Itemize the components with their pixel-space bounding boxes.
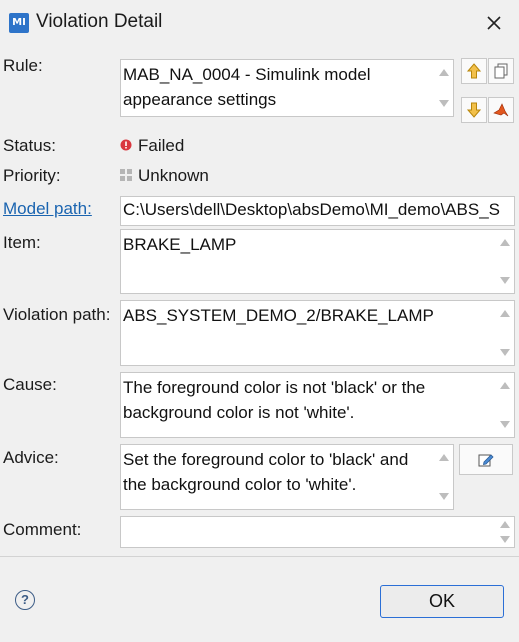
cause-text: The foreground color is not 'black' or t…: [123, 378, 430, 422]
priority-value: Unknown: [120, 166, 209, 186]
violation-path-scrollbar[interactable]: [494, 301, 514, 365]
scroll-up-icon[interactable]: [439, 69, 449, 76]
open-in-matlab-button[interactable]: [488, 97, 514, 123]
priority-label: Priority:: [3, 166, 61, 185]
edit-icon: [478, 453, 494, 466]
cause-scrollbar[interactable]: [494, 373, 514, 437]
scroll-down-icon[interactable]: [500, 277, 510, 284]
status-label: Status:: [3, 136, 56, 155]
status-value: Failed: [120, 136, 184, 156]
scroll-down-icon[interactable]: [500, 349, 510, 356]
scroll-up-icon[interactable]: [439, 454, 449, 461]
advice-text: Set the foreground color to 'black' and …: [123, 450, 414, 494]
arrow-up-icon: [467, 63, 481, 79]
comment-scrollbar[interactable]: [494, 517, 514, 547]
advice-label: Advice:: [3, 448, 59, 467]
apply-advice-button[interactable]: [459, 444, 513, 475]
close-icon: [487, 16, 501, 30]
violation-path-field[interactable]: ABS_SYSTEM_DEMO_2/BRAKE_LAMP: [120, 300, 515, 366]
advice-field[interactable]: Set the foreground color to 'black' and …: [120, 444, 454, 510]
cause-field[interactable]: The foreground color is not 'black' or t…: [120, 372, 515, 438]
violation-path-label: Violation path:: [3, 305, 111, 324]
copy-button[interactable]: [488, 58, 514, 84]
item-text: BRAKE_LAMP: [123, 235, 237, 254]
scroll-up-icon[interactable]: [500, 382, 510, 389]
advice-scrollbar[interactable]: [433, 445, 453, 509]
rule-text: MAB_NA_0004 - Simulink model appearance …: [123, 65, 376, 109]
scroll-down-icon[interactable]: [500, 421, 510, 428]
rule-label: Rule:: [3, 56, 43, 75]
model-path-field[interactable]: C:\Users\dell\Desktop\absDemo\MI_demo\AB…: [120, 196, 515, 226]
item-scrollbar[interactable]: [494, 230, 514, 293]
matlab-icon: [493, 103, 509, 117]
scroll-down-icon[interactable]: [439, 493, 449, 500]
help-button[interactable]: ?: [15, 590, 35, 610]
footer-divider: [0, 556, 519, 557]
close-button[interactable]: [479, 8, 509, 38]
error-icon: [120, 136, 132, 156]
title-bar: MI Violation Detail: [0, 0, 519, 46]
app-logo-icon: MI: [9, 13, 29, 33]
comment-label: Comment:: [3, 520, 82, 539]
ok-button[interactable]: OK: [380, 585, 504, 618]
scroll-up-icon[interactable]: [500, 310, 510, 317]
model-path-text: C:\Users\dell\Desktop\absDemo\MI_demo\AB…: [123, 200, 500, 219]
cause-label: Cause:: [3, 375, 57, 394]
comment-field[interactable]: [120, 516, 515, 548]
arrow-down-icon: [467, 102, 481, 118]
model-path-link[interactable]: Model path:: [3, 199, 92, 219]
scroll-down-icon[interactable]: [500, 536, 510, 543]
copy-icon: [494, 63, 508, 79]
status-text: Failed: [138, 136, 185, 155]
violation-detail-dialog: MI Violation Detail Rule: MAB_NA_0004 - …: [0, 0, 519, 642]
next-button[interactable]: [461, 97, 487, 123]
rule-scrollbar[interactable]: [433, 60, 453, 116]
item-label: Item:: [3, 233, 41, 252]
rule-field[interactable]: MAB_NA_0004 - Simulink model appearance …: [120, 59, 454, 117]
priority-grid-icon: [120, 166, 132, 186]
item-field[interactable]: BRAKE_LAMP: [120, 229, 515, 294]
scroll-down-icon[interactable]: [439, 100, 449, 107]
window-title: Violation Detail: [36, 11, 163, 32]
violation-path-text: ABS_SYSTEM_DEMO_2/BRAKE_LAMP: [123, 306, 434, 325]
priority-text: Unknown: [138, 166, 209, 185]
previous-button[interactable]: [461, 58, 487, 84]
scroll-up-icon[interactable]: [500, 521, 510, 528]
scroll-up-icon[interactable]: [500, 239, 510, 246]
